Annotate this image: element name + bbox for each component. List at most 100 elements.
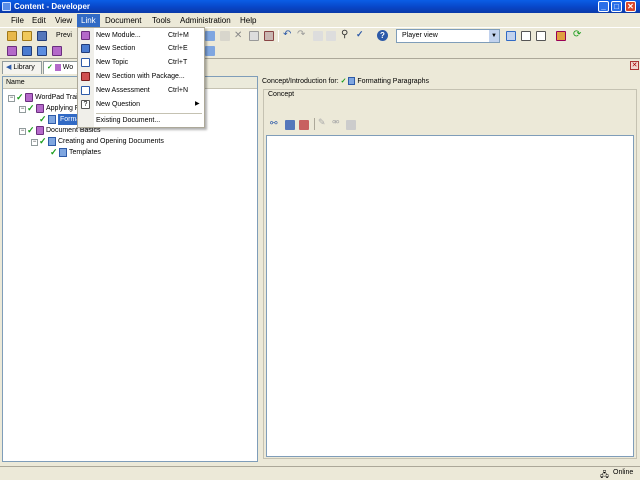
collapse-toggle[interactable]: −: [8, 95, 15, 102]
menu-document[interactable]: Document: [101, 14, 145, 27]
check-icon: ✓: [39, 114, 47, 124]
view-mode-select[interactable]: Player view ▼: [396, 29, 500, 43]
menu-tools[interactable]: Tools: [148, 14, 175, 27]
menu-item-label: New Question: [96, 101, 140, 108]
indent-icon[interactable]: [313, 31, 323, 41]
menu-help[interactable]: Help: [236, 14, 260, 27]
section-icon: [48, 137, 56, 146]
package-icon: [81, 72, 90, 81]
menu-edit[interactable]: Edit: [28, 14, 50, 27]
tree-node-section[interactable]: Applying F: [46, 103, 79, 114]
link-menu-dropdown: New Module... Ctrl+M New Section Ctrl+E …: [77, 27, 205, 128]
open-icon[interactable]: [7, 31, 17, 41]
layout-single-icon[interactable]: [506, 31, 516, 41]
close-button[interactable]: ✕: [625, 1, 636, 12]
check-icon: ✓: [16, 92, 24, 102]
new-section-icon[interactable]: [22, 46, 32, 56]
menu-view[interactable]: View: [51, 14, 76, 27]
link-icon[interactable]: [205, 46, 215, 56]
assessment-icon: [81, 86, 90, 95]
menu-item-label: New Section: [96, 45, 136, 52]
collapse-toggle[interactable]: −: [31, 139, 38, 146]
spellcheck-icon[interactable]: ✓: [356, 29, 364, 40]
title-bar: Content - Developer _ □ ✕: [0, 0, 640, 13]
collapse-toggle[interactable]: −: [19, 128, 26, 135]
menu-item-new-question[interactable]: ? New Question ▶: [78, 98, 204, 111]
properties-icon[interactable]: [346, 120, 356, 130]
new-book-icon[interactable]: [52, 46, 62, 56]
app-icon: [2, 2, 11, 11]
check-icon: ✓: [50, 147, 58, 157]
menu-item-shortcut: Ctrl+M: [168, 32, 189, 39]
topic-icon: [59, 148, 67, 157]
layout-split-horizontal-icon[interactable]: [521, 31, 531, 41]
concept-header: Concept/Introduction for: ✓ Formatting P…: [260, 76, 639, 87]
chevron-down-icon[interactable]: ▼: [489, 30, 499, 42]
tab-wordpad-label: Wo: [62, 64, 74, 71]
toolbar-separator: [278, 30, 279, 42]
topic-icon: [81, 58, 90, 67]
window-icon[interactable]: [556, 31, 566, 41]
tree-node-section[interactable]: Creating and Opening Documents: [58, 136, 164, 147]
menu-item-new-assessment[interactable]: New Assessment Ctrl+N: [78, 84, 204, 97]
save-icon[interactable]: [37, 31, 47, 41]
menu-item-new-module[interactable]: New Module... Ctrl+M: [78, 29, 204, 42]
library-icon: ◀: [6, 64, 12, 71]
outline-tree-panel: Name − ✓ WordPad Trai − ✓ Applying F ✓ F…: [2, 76, 258, 462]
window-title: Content - Developer: [14, 2, 91, 11]
help-icon[interactable]: ?: [377, 30, 388, 41]
topic-icon: [48, 115, 56, 124]
concept-prefix-label: Concept/Introduction for:: [262, 78, 339, 85]
check-icon: ✓: [47, 64, 53, 71]
layout-split-vertical-icon[interactable]: [536, 31, 546, 41]
redo-icon[interactable]: ↷: [297, 29, 305, 40]
undo-icon[interactable]: ↶: [283, 29, 291, 40]
publish-icon[interactable]: [205, 31, 215, 41]
minimize-button[interactable]: _: [598, 1, 609, 12]
new-topic-icon[interactable]: [37, 46, 47, 56]
properties-icon[interactable]: [249, 31, 259, 41]
find-icon[interactable]: [264, 31, 274, 41]
concept-editor[interactable]: [266, 135, 634, 457]
maximize-button[interactable]: □: [611, 1, 622, 12]
menu-item-shortcut: Ctrl+T: [168, 59, 188, 66]
menu-item-new-section[interactable]: New Section Ctrl+E: [78, 42, 204, 55]
tab-library-label: Library: [13, 64, 35, 71]
paste-icon[interactable]: [220, 31, 230, 41]
outdent-icon[interactable]: [326, 31, 336, 41]
tree-node-topic[interactable]: Templates: [69, 147, 101, 158]
tab-library[interactable]: ◀ Library: [2, 61, 42, 74]
toolbar-separator: [314, 118, 315, 130]
tree-node-module[interactable]: WordPad Trai: [35, 92, 78, 103]
menu-item-existing-document[interactable]: Existing Document...: [78, 114, 204, 127]
folder-icon[interactable]: [22, 31, 32, 41]
menu-bar: File Edit View Link Document Tools Admin…: [0, 13, 640, 28]
section-icon: [36, 126, 44, 135]
remove-icon[interactable]: [299, 120, 309, 130]
attach-icon[interactable]: [285, 120, 295, 130]
delete-icon[interactable]: ✕: [234, 30, 242, 41]
menu-item-new-topic[interactable]: New Topic Ctrl+T: [78, 56, 204, 69]
concept-group: Concept ⚯ ✎ ⚮: [263, 89, 637, 459]
menu-file[interactable]: File: [7, 14, 28, 27]
unlink-icon[interactable]: ⚮: [332, 117, 340, 128]
topic-icon: [348, 77, 356, 86]
status-text: Online: [613, 469, 634, 476]
menu-item-new-section-package[interactable]: New Section with Package...: [78, 70, 204, 83]
section-icon: [36, 104, 44, 113]
menu-item-label: Existing Document...: [96, 117, 161, 124]
preview-button[interactable]: Previ: [56, 30, 72, 42]
tab-wordpad[interactable]: ✓ Wo: [43, 61, 79, 74]
link-icon[interactable]: ⚯: [270, 118, 278, 129]
close-tab-icon[interactable]: ✕: [630, 61, 639, 70]
new-module-icon[interactable]: [7, 46, 17, 56]
section-icon: [81, 44, 90, 53]
refresh-icon[interactable]: ⟳: [573, 29, 581, 40]
menu-administration[interactable]: Administration: [176, 14, 235, 27]
binoculars-icon[interactable]: ⚲: [341, 29, 348, 40]
concept-target-link[interactable]: Formatting Paragraphs: [357, 78, 429, 85]
concept-group-label: Concept: [268, 91, 295, 98]
collapse-toggle[interactable]: −: [19, 106, 26, 113]
menu-link[interactable]: Link: [77, 14, 100, 27]
edit-icon[interactable]: ✎: [318, 117, 326, 128]
